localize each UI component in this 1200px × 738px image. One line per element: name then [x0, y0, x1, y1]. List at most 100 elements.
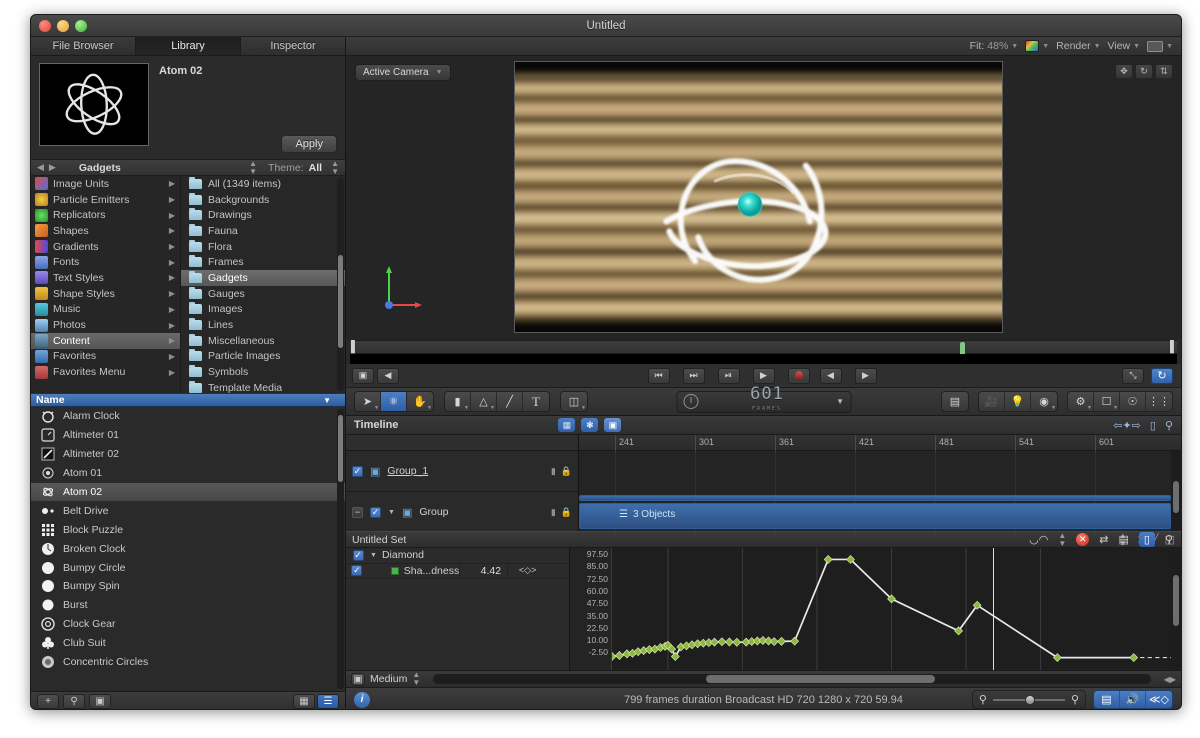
- asset-row[interactable]: Altimeter 02: [31, 445, 345, 464]
- chevron-down-icon[interactable]: ▼: [1166, 43, 1173, 50]
- asset-row[interactable]: Block Puzzle: [31, 520, 345, 539]
- disclosure-triangle-icon[interactable]: ▼: [370, 552, 377, 559]
- fit-control[interactable]: Fit: 48% ▼: [970, 40, 1019, 52]
- timeline-vertical-scrollbar[interactable]: [1171, 451, 1181, 531]
- chevron-right-icon[interactable]: ▶: [169, 321, 175, 330]
- camera-icon[interactable]: 🎥: [979, 392, 1005, 411]
- asset-row[interactable]: Club Suit: [31, 634, 345, 653]
- animation-curve[interactable]: [612, 548, 1171, 670]
- delete-keyframe-icon[interactable]: ✕: [1076, 533, 1089, 546]
- asset-scrollbar[interactable]: [337, 409, 344, 689]
- minimize-button[interactable]: [57, 20, 69, 32]
- rotate-icon[interactable]: ↻: [1135, 64, 1153, 79]
- keyframe-toggle-icon[interactable]: ▣: [352, 368, 374, 384]
- row-checkbox[interactable]: ✓: [370, 507, 381, 518]
- folder-template-media[interactable]: Template Media: [181, 380, 345, 393]
- view-menu[interactable]: View ▼: [1108, 40, 1141, 52]
- pan-hand-icon[interactable]: ✋▼: [407, 392, 433, 411]
- timeline-clip-group1[interactable]: [579, 495, 1171, 501]
- category-shapes[interactable]: Shapes ▶: [31, 223, 180, 239]
- record-icon[interactable]: [788, 368, 810, 384]
- curve-stepper-icon[interactable]: ▲▼: [1058, 532, 1066, 548]
- play-in-point-icon[interactable]: ⏯: [718, 368, 740, 384]
- timeline-row[interactable]: − ✓ ▼ ▣ Group ▮ 🔒: [346, 492, 578, 533]
- interpolation-label[interactable]: Medium: [370, 673, 407, 685]
- category-shape-styles[interactable]: Shape Styles ▶: [31, 286, 180, 302]
- timeline-ruler[interactable]: 241301361421481541601: [579, 435, 1181, 451]
- pan-icon[interactable]: ✥: [1115, 64, 1133, 79]
- keyframe-set-name[interactable]: Untitled Set: [352, 534, 406, 546]
- asset-row[interactable]: Atom 02: [31, 483, 345, 502]
- chevron-down-icon[interactable]: ▼: [1094, 43, 1101, 50]
- folder-gauges[interactable]: Gauges: [181, 286, 345, 302]
- folder-flora[interactable]: Flora: [181, 239, 345, 255]
- asset-row[interactable]: Broken Clock: [31, 539, 345, 558]
- object-icon[interactable]: ☐▼: [1094, 392, 1120, 411]
- list-view-icon[interactable]: ☰: [317, 694, 339, 709]
- keyframe-toggle-icon[interactable]: ≪◇: [1146, 691, 1172, 708]
- go-to-start-icon[interactable]: ⏮: [648, 368, 670, 384]
- keyframe-curve-graph[interactable]: 97.5085.0072.5060.0047.5035.0022.5010.00…: [570, 548, 1181, 670]
- folder-gadgets[interactable]: Gadgets: [181, 270, 345, 286]
- asset-row[interactable]: Bumpy Spin: [31, 577, 345, 596]
- rectangle-icon[interactable]: ▮▼: [445, 392, 471, 411]
- chevron-right-icon[interactable]: ▶: [169, 226, 175, 235]
- canvas-stage[interactable]: [514, 61, 1003, 333]
- folder-scrollbar[interactable]: [337, 178, 344, 391]
- select-arrow-icon[interactable]: ➤▼: [355, 392, 381, 411]
- chevron-down-icon[interactable]: ▼: [436, 69, 443, 76]
- mask-indicator-icon[interactable]: ▮: [551, 466, 556, 477]
- loop-icon[interactable]: ↻: [1151, 368, 1173, 384]
- play-icon[interactable]: ▶: [753, 368, 775, 384]
- category-content[interactable]: Content ▶: [31, 333, 180, 349]
- folder-lines[interactable]: Lines: [181, 317, 345, 333]
- lock-icon[interactable]: 🔒: [561, 507, 572, 518]
- keyframe-grid-icon[interactable]: ⋮⋮: [1146, 392, 1172, 411]
- chevron-right-icon[interactable]: ▶: [169, 368, 175, 377]
- tab-file-browser[interactable]: File Browser: [31, 37, 136, 55]
- go-to-end-icon[interactable]: ⏭: [683, 368, 705, 384]
- chevron-down-icon[interactable]: ▼: [1011, 43, 1018, 50]
- category-replicators[interactable]: Replicators ▶: [31, 207, 180, 223]
- timeline-row-name[interactable]: Group: [419, 506, 448, 518]
- curve-icon[interactable]: ◡◠: [1029, 533, 1048, 546]
- chevron-right-icon[interactable]: ▶: [169, 195, 175, 204]
- tab-inspector[interactable]: Inspector: [241, 37, 345, 55]
- out-point-marker[interactable]: ▌: [1170, 341, 1176, 354]
- step-back-icon[interactable]: ◀: [820, 368, 842, 384]
- mask-tool-icon[interactable]: ☉: [1120, 392, 1146, 411]
- fullscreen-icon[interactable]: ⤡: [1122, 368, 1144, 384]
- zoom-icon[interactable]: ⚲: [1165, 419, 1173, 432]
- asset-row[interactable]: Altimeter 01: [31, 426, 345, 445]
- graph-playhead[interactable]: [993, 548, 994, 670]
- lock-icon[interactable]: 🔒: [561, 466, 572, 477]
- asset-row[interactable]: Concentric Circles: [31, 653, 345, 672]
- keyframe-nav-icon[interactable]: ⇦✦⇨: [1113, 419, 1141, 432]
- asset-row[interactable]: Bumpy Circle: [31, 558, 345, 577]
- timeline-track-area[interactable]: 241301361421481541601 ☰ 3 Objects: [579, 435, 1181, 531]
- frame-counter-field[interactable]: 601 FRAMES ▼: [676, 391, 851, 413]
- chevron-right-icon[interactable]: ▶: [169, 273, 175, 282]
- collapse-icon[interactable]: −: [352, 507, 363, 518]
- category-stepper-icon[interactable]: ▲▼: [249, 160, 257, 176]
- clip-icon[interactable]: ▯: [1150, 419, 1156, 432]
- search-icon[interactable]: ⚲: [63, 694, 85, 709]
- clip-icon[interactable]: ▯: [1139, 532, 1155, 547]
- folder-fauna[interactable]: Fauna: [181, 223, 345, 239]
- tab-library[interactable]: Library: [136, 37, 241, 55]
- add-icon[interactable]: +: [37, 694, 59, 709]
- asset-list-header[interactable]: Name ▼: [31, 393, 345, 407]
- timeline-toggle-icon[interactable]: ▤: [1094, 691, 1120, 708]
- asset-row[interactable]: Belt Drive: [31, 501, 345, 520]
- timeline-view-icon[interactable]: ▦: [558, 418, 575, 432]
- step-forward-icon[interactable]: ▶: [855, 368, 877, 384]
- zoom-out-icon[interactable]: ⚲: [979, 693, 987, 706]
- light-icon[interactable]: 💡: [1005, 392, 1031, 411]
- theme-value[interactable]: All: [309, 162, 322, 174]
- zoom-icon[interactable]: ⚲: [1165, 533, 1173, 546]
- zoom-button[interactable]: [75, 20, 87, 32]
- keyframe-row[interactable]: ✓ Sha...dness 4.42 <◇>: [346, 564, 569, 580]
- timeline-row[interactable]: ✓ ▣ Group_1 ▮ 🔒: [346, 451, 578, 492]
- filters-icon[interactable]: ⚙▼: [1068, 392, 1094, 411]
- info-icon[interactable]: i: [354, 692, 370, 708]
